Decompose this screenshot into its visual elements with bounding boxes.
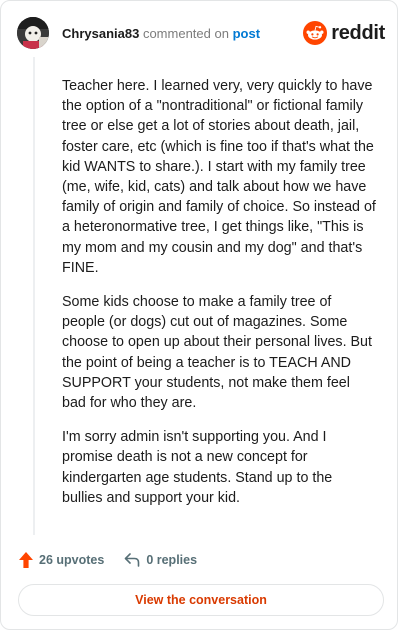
comment-header: Chrysania83 commented on post reddit xyxy=(17,17,385,51)
comment-actions: 26 upvotes 0 replies xyxy=(19,550,197,570)
embedded-comment-card: Chrysania83 commented on post reddit Tea… xyxy=(0,0,398,630)
post-link[interactable]: post xyxy=(233,26,260,41)
avatar-image xyxy=(17,17,49,49)
comment-paragraph-3: I'm sorry admin isn't supporting you. An… xyxy=(62,429,333,506)
reply-arrow-icon xyxy=(125,553,140,567)
commented-on-text: commented on xyxy=(142,26,229,41)
comment-paragraph-2: Some kids choose to make a family tree o… xyxy=(62,294,372,412)
username-link[interactable]: Chrysania83 xyxy=(62,26,139,41)
view-conversation-button[interactable]: View the conversation xyxy=(18,584,384,616)
reddit-brand[interactable]: reddit xyxy=(303,20,385,46)
reply-count: 0 replies xyxy=(146,553,198,567)
user-avatar[interactable] xyxy=(17,17,49,49)
comment-body: Teacher here. I learned very, very quick… xyxy=(62,76,376,522)
comment-meta: Chrysania83 commented on post xyxy=(62,26,260,41)
upvote-arrow-icon xyxy=(19,552,33,568)
comment-paragraph-1: Teacher here. I learned very, very quick… xyxy=(62,78,376,276)
reddit-wordmark: reddit xyxy=(331,21,385,44)
upvote-button[interactable]: 26 upvotes xyxy=(19,552,104,568)
upvote-count: 26 upvotes xyxy=(39,553,105,567)
replies-button[interactable]: 0 replies xyxy=(124,553,197,567)
thread-line xyxy=(33,57,35,535)
reddit-logo-icon xyxy=(303,21,328,45)
